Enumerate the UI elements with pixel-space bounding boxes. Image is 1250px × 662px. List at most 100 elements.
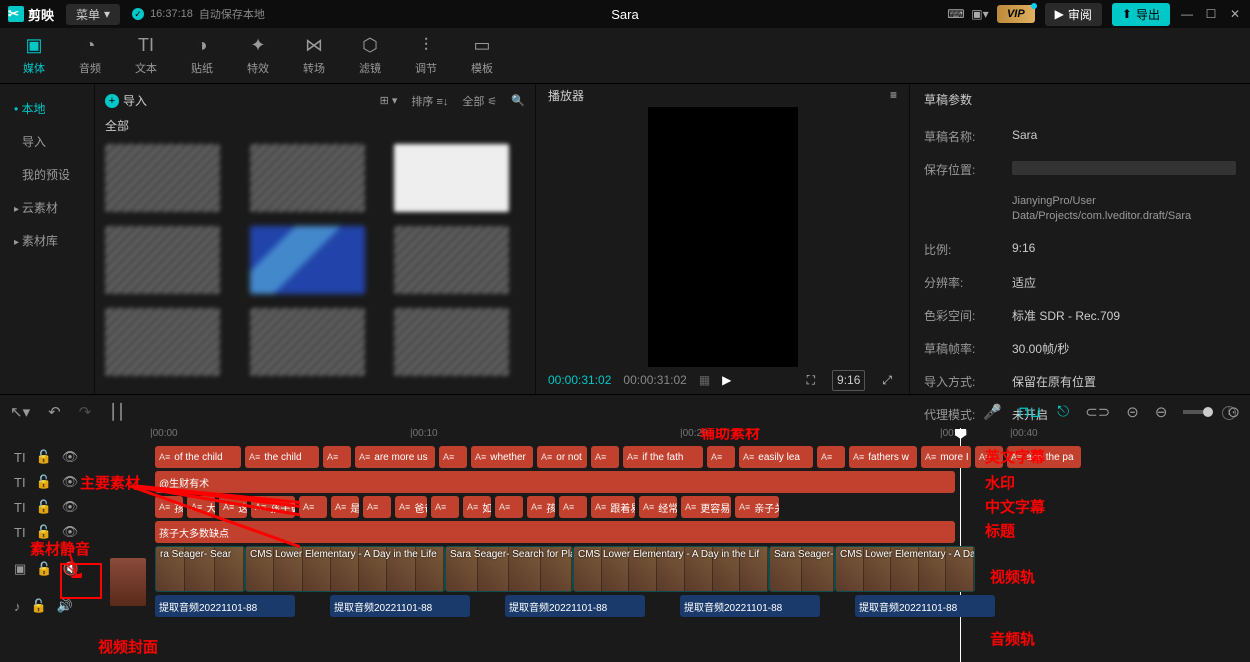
tool-调节[interactable]: ⫶调节 xyxy=(400,32,452,80)
timeline[interactable]: |00:00 |00:10 |00:20 |00:30 |00:40 TI🔓👁A… xyxy=(0,428,1250,662)
audio-clip[interactable]: 提取音频20221101-88 xyxy=(330,595,470,617)
zoom-fit-icon[interactable]: ⊙ xyxy=(1227,403,1240,421)
play-icon[interactable]: ▶ xyxy=(722,373,731,387)
media-thumb[interactable] xyxy=(394,144,509,212)
video-clip[interactable]: CMS Lower Elementary - A Day in the Life xyxy=(245,546,445,592)
redo-icon[interactable]: ↷ xyxy=(79,403,92,421)
tool-文本[interactable]: TI文本 xyxy=(120,32,172,80)
zoom-out-icon[interactable]: ⊖ xyxy=(1155,403,1168,421)
video-clip[interactable]: Sara Seager- xyxy=(769,546,835,592)
tool-贴纸[interactable]: ◑贴纸 xyxy=(176,32,228,80)
export-button[interactable]: ⬆导出 xyxy=(1112,3,1170,26)
video-clip[interactable]: Sara Seager- Search for Pla xyxy=(445,546,573,592)
tool-模板[interactable]: ▭模板 xyxy=(456,32,508,80)
subtitle-clip[interactable]: A≡or not xyxy=(537,446,587,468)
subtitle-clip[interactable]: A≡easily lea xyxy=(739,446,813,468)
lock-icon[interactable]: 🔓 xyxy=(36,499,52,515)
media-thumb[interactable] xyxy=(250,226,365,294)
subtitle-clip[interactable]: A≡大家 xyxy=(187,496,215,518)
subtitle-clip[interactable]: A≡more I xyxy=(921,446,971,468)
subtitle-clip[interactable]: A≡跟着易导致 xyxy=(591,496,635,518)
media-thumb[interactable] xyxy=(394,226,509,294)
magnet-icon[interactable]: ⊓⊔ xyxy=(1018,403,1041,421)
eye-icon[interactable]: 👁 xyxy=(62,449,79,465)
subtitle-clip[interactable]: A≡ xyxy=(817,446,845,468)
subtitle-clip[interactable]: A≡if the fath xyxy=(623,446,703,468)
subtitle-clip[interactable]: A≡are more us xyxy=(355,446,435,468)
audio-clip[interactable]: 提取音频20221101-88 xyxy=(505,595,645,617)
subtitle-clip[interactable]: A≡fathers w xyxy=(849,446,917,468)
crop-icon[interactable]: ⛶ xyxy=(802,370,820,391)
audio-clip[interactable]: 提取音频20221101-88 xyxy=(680,595,820,617)
subtitle-clip[interactable]: A≡ xyxy=(591,446,619,468)
subtitle-clip[interactable]: A≡这 xyxy=(219,496,247,518)
split-icon[interactable]: ⎮⎮ xyxy=(109,403,125,421)
subtitle-clip[interactable]: A≡of the child xyxy=(155,446,241,468)
sort-toggle[interactable]: 排序 ≡↓ xyxy=(411,93,448,109)
media-thumb[interactable] xyxy=(105,308,220,376)
subtitle-clip[interactable]: A≡ xyxy=(299,496,327,518)
media-thumb[interactable] xyxy=(105,226,220,294)
cover-thumbnail[interactable] xyxy=(110,558,146,606)
subtitle-clip[interactable]: A≡爸爸在 xyxy=(395,496,427,518)
tool-特效[interactable]: ✦特效 xyxy=(232,32,284,80)
import-button[interactable]: +导入 xyxy=(105,92,147,109)
compare-icon[interactable]: ▦ xyxy=(699,373,710,387)
clip-watermark[interactable]: @生财有术 xyxy=(155,471,955,493)
menu-button[interactable]: 菜单 ▾ xyxy=(66,4,120,25)
player-stage[interactable] xyxy=(536,107,909,367)
layout-icon[interactable]: ▣▾ xyxy=(973,7,987,21)
subtitle-clip[interactable]: A≡and the pa xyxy=(1007,446,1081,468)
subtitle-clip[interactable]: A≡ xyxy=(975,446,1003,468)
speaker-icon[interactable]: 🔊 xyxy=(57,598,73,614)
snap-icon[interactable]: ⊂⊃ xyxy=(1085,403,1110,421)
tool-媒体[interactable]: ▣媒体 xyxy=(8,32,60,80)
subtitle-clip[interactable]: A≡ xyxy=(363,496,391,518)
audio-clip[interactable]: 提取音频20221101-88 xyxy=(155,595,295,617)
vip-button[interactable]: VIP xyxy=(997,5,1035,23)
undo-icon[interactable]: ↶ xyxy=(48,403,61,421)
zoom-slider[interactable] xyxy=(1183,410,1211,414)
sidebar-item[interactable]: 本地 xyxy=(0,92,94,125)
video-clip[interactable]: CMS Lower Elementary - A Day in the Lif xyxy=(573,546,769,592)
subtitle-clip[interactable]: A≡是否 xyxy=(331,496,359,518)
subtitle-clip[interactable]: A≡经常玩手 xyxy=(639,496,677,518)
link-icon[interactable]: ⎋ xyxy=(1057,403,1069,420)
video-clip[interactable]: CMS Lower Elementary - A Day xyxy=(835,546,975,592)
lock-icon[interactable]: 🔓 xyxy=(36,561,52,577)
search-icon[interactable]: 🔍 xyxy=(511,93,525,109)
subtitle-clip[interactable]: A≡孩子更在意 xyxy=(251,496,295,518)
player-menu-icon[interactable]: ≡ xyxy=(890,88,897,102)
ratio-button[interactable]: 9:16 xyxy=(832,370,865,391)
subtitle-clip[interactable]: A≡ xyxy=(431,496,459,518)
lock-icon[interactable]: 🔓 xyxy=(36,474,52,490)
eye-icon[interactable]: 👁 xyxy=(62,474,79,490)
tool-转场[interactable]: ⋈转场 xyxy=(288,32,340,80)
pointer-tool-icon[interactable]: ↖▾ xyxy=(10,403,30,421)
mic-icon[interactable]: 🎤 xyxy=(983,403,1002,421)
media-thumb[interactable] xyxy=(250,308,365,376)
subtitle-clip[interactable]: A≡亲子关系会 xyxy=(735,496,779,518)
media-tab-all[interactable]: 全部 xyxy=(105,117,525,134)
lock-icon[interactable]: 🔓 xyxy=(36,524,52,540)
preview-icon[interactable]: ⊝ xyxy=(1126,403,1139,421)
sidebar-item[interactable]: 云素材 xyxy=(0,191,94,224)
shortcuts-icon[interactable]: ⌨ xyxy=(949,7,963,21)
sidebar-item[interactable]: 导入 xyxy=(0,125,94,158)
sidebar-item[interactable]: 素材库 xyxy=(0,224,94,257)
filter-toggle[interactable]: 全部 ⚟ xyxy=(462,93,497,109)
lock-icon[interactable]: 🔓 xyxy=(31,598,47,614)
eye-icon[interactable]: 👁 xyxy=(62,499,79,515)
minimize-icon[interactable]: — xyxy=(1180,7,1194,21)
clip-title[interactable]: 孩子大多数缺点 xyxy=(155,521,955,543)
subtitle-clip[interactable]: A≡the child xyxy=(245,446,319,468)
media-thumb[interactable] xyxy=(394,308,509,376)
media-thumb[interactable] xyxy=(250,144,365,212)
fullscreen-icon[interactable]: ⤢ xyxy=(877,370,897,391)
subtitle-clip[interactable]: A≡更容易忽视孩 xyxy=(681,496,731,518)
view-toggle[interactable]: ⊞ ▾ xyxy=(380,93,398,109)
media-thumb[interactable] xyxy=(105,144,220,212)
subtitle-clip[interactable]: A≡ xyxy=(495,496,523,518)
subtitle-clip[interactable]: A≡ xyxy=(323,446,351,468)
tool-滤镜[interactable]: ⬡滤镜 xyxy=(344,32,396,80)
